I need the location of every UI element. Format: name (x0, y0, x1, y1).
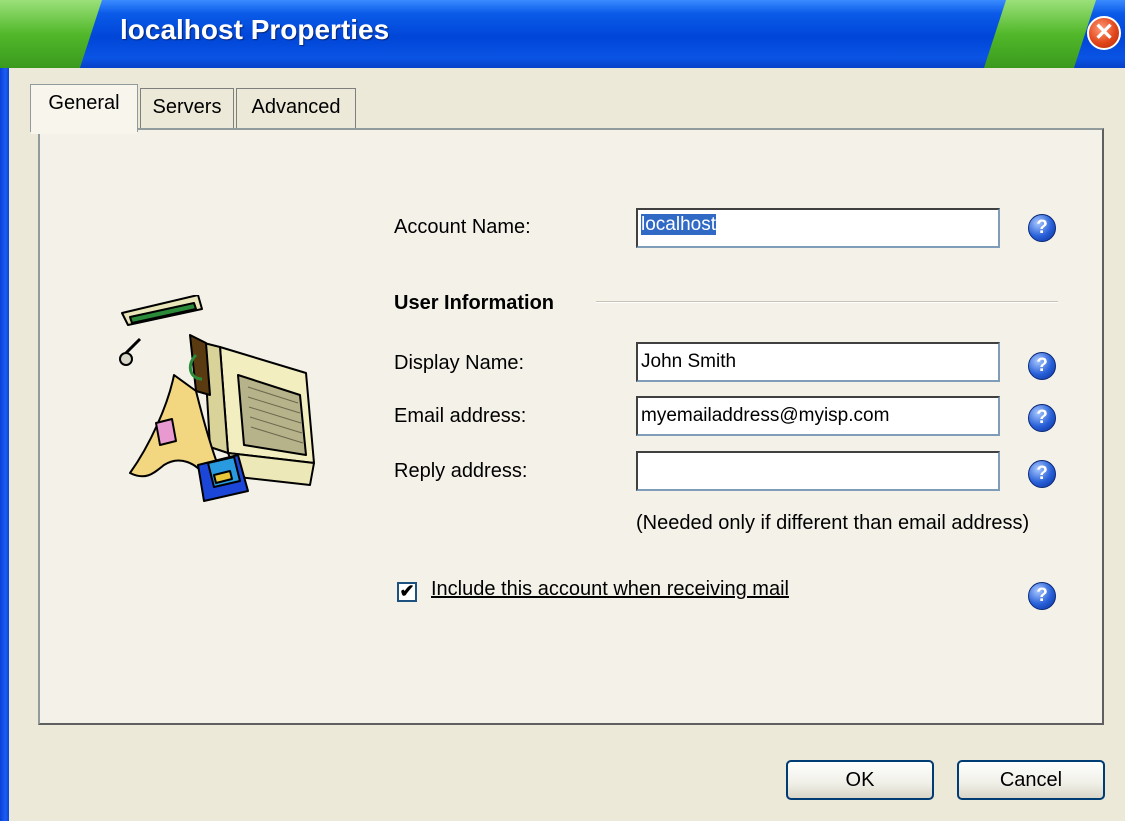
ok-button[interactable]: OK (786, 760, 934, 800)
display-name-field[interactable] (636, 342, 1000, 382)
email-address-field[interactable] (636, 396, 1000, 436)
tab-servers[interactable]: Servers (140, 88, 234, 128)
account-name-field[interactable]: localhost (636, 208, 1000, 248)
title-bar[interactable]: localhost Properties ✕ (0, 0, 1125, 68)
help-icon[interactable]: ? (1028, 582, 1056, 610)
dialog-window: localhost Properties ✕ General Servers A… (0, 0, 1125, 821)
tab-advanced[interactable]: Advanced (236, 88, 356, 128)
reply-address-label: Reply address: (394, 460, 528, 482)
window-title: localhost Properties (120, 14, 390, 45)
reply-address-field[interactable] (636, 451, 1000, 491)
cancel-button[interactable]: Cancel (957, 760, 1105, 800)
email-address-label: Email address: (394, 405, 527, 427)
section-divider (596, 301, 1058, 303)
account-name-label: Account Name: (394, 216, 531, 238)
help-icon[interactable]: ? (1028, 352, 1056, 380)
help-icon[interactable]: ? (1028, 460, 1056, 488)
window-border-left (0, 68, 9, 821)
account-name-value: localhost (641, 214, 716, 235)
title-bar-accent-right (983, 0, 1097, 68)
computer-with-disk-illustration (119, 295, 315, 502)
close-icon[interactable]: ✕ (1087, 16, 1121, 50)
tab-general[interactable]: General (30, 84, 138, 134)
include-account-label[interactable]: Include this account when receiving mail (431, 578, 789, 601)
help-icon[interactable]: ? (1028, 404, 1056, 432)
user-information-heading: User Information (394, 292, 555, 314)
include-account-label-text: Include this account when receiving mail (431, 578, 789, 600)
help-icon[interactable]: ? (1028, 214, 1056, 242)
include-account-checkbox[interactable]: ✔ (397, 582, 417, 602)
display-name-label: Display Name: (394, 352, 525, 374)
title-bar-accent-left (0, 0, 103, 68)
reply-address-hint: (Needed only if different than email add… (636, 512, 1030, 534)
